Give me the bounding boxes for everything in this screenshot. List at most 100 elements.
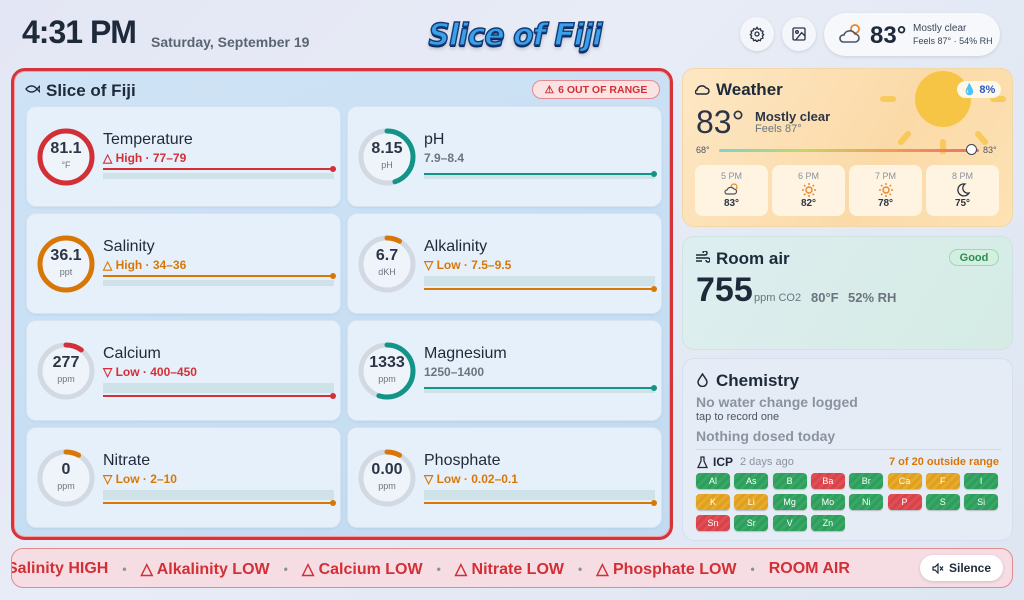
dosing-status[interactable]: Nothing dosed today — [696, 428, 835, 444]
water-change-hint: tap to record one — [696, 411, 780, 423]
trend-marker — [330, 500, 336, 506]
icp-element-sn[interactable]: Sn — [696, 515, 730, 531]
param-value: 81.1 — [50, 140, 82, 157]
param-card-ph[interactable]: 8.15 pH pH 7.9–8.4 — [347, 106, 662, 207]
param-unit: °F — [61, 160, 71, 170]
alert-ticker[interactable]: Salinity HIGH • △ Alkalinity LOW • △ Calcium… — [11, 548, 1013, 588]
pill-condition: Mostly clear — [913, 23, 967, 34]
clock-time: 4:31 PM — [22, 14, 137, 50]
icp-element-s[interactable]: S — [925, 494, 960, 510]
param-card-magnesium[interactable]: 1333 ppm Magnesium 1250–1400 — [347, 320, 662, 421]
room-air-card[interactable]: Room air Good 755 ppm CO2 80°F 52% RH — [682, 236, 1013, 350]
ticker-separator: • — [578, 562, 583, 576]
param-card-phosphate[interactable]: 0.00 ppm Phosphate ▽ Low · 0.02–0.1 — [347, 427, 662, 528]
param-unit: pH — [381, 160, 393, 170]
param-name: Magnesium — [424, 345, 507, 362]
range-band — [103, 173, 334, 179]
param-card-nitrate[interactable]: 0 ppm Nitrate ▽ Low · 2–10 — [26, 427, 341, 528]
icp-element-f[interactable]: F — [925, 473, 960, 489]
icp-element-b[interactable]: B — [772, 473, 807, 489]
hourly-forecast: 5 PM 83° — [695, 165, 768, 216]
sun-icon — [849, 182, 922, 198]
hour-temp: 75° — [954, 198, 971, 209]
fish-icon — [25, 85, 40, 93]
weather-pill[interactable]: 83° Mostly clear Feels 87° · 54% RH — [824, 13, 1000, 56]
icp-element-v[interactable]: V — [772, 515, 807, 531]
icp-element-li[interactable]: Li — [734, 494, 769, 510]
trend-line — [103, 168, 334, 170]
co2-value: 755 — [696, 271, 753, 309]
param-status: 1250–1400 — [424, 365, 485, 379]
moon-icon — [926, 182, 999, 198]
hour-time: 7 PM — [874, 171, 896, 181]
chemistry-card[interactable]: Chemistry No water change logged tap to … — [682, 358, 1013, 541]
chemistry-title: Chemistry — [716, 371, 800, 390]
range-band — [103, 280, 334, 286]
out-of-range-badge[interactable]: ⚠ 6 OUT OF RANGE — [532, 80, 660, 99]
droplet-icon — [697, 373, 708, 387]
icp-element-si[interactable]: Si — [964, 494, 999, 510]
settings-button[interactable] — [740, 17, 774, 51]
rain-chance: 8% — [979, 83, 996, 96]
param-card-alkalinity[interactable]: 6.7 dKH Alkalinity ▽ Low · 7.5–9.5 — [347, 213, 662, 314]
silence-button[interactable]: Silence — [920, 555, 1003, 581]
range-band — [103, 383, 334, 393]
icp-element-ba[interactable]: Ba — [810, 473, 845, 489]
icp-element-as[interactable]: As — [734, 473, 769, 489]
icp-element-zn[interactable]: Zn — [810, 515, 845, 531]
param-card-temperature[interactable]: 81.1 °F Temperature △ High · 77–79 — [26, 106, 341, 207]
param-status: ▽ Low · 2–10 — [103, 472, 177, 486]
trend-line — [424, 288, 655, 290]
icp-element-al[interactable]: Al — [696, 473, 730, 489]
param-unit: ppm — [378, 481, 396, 491]
range-band — [424, 276, 655, 286]
icp-element-br[interactable]: Br — [849, 473, 884, 489]
weather-condition: Mostly clear — [755, 109, 831, 124]
ticker-separator: • — [436, 562, 441, 576]
icp-element-mo[interactable]: Mo — [810, 494, 845, 510]
pill-feels: Feels 87° · 54% RH — [913, 36, 993, 46]
trend-line — [424, 387, 655, 389]
param-status: 7.9–8.4 — [424, 151, 465, 165]
room-humidity: 52% RH — [848, 290, 897, 305]
param-status: ▽ Low · 400–450 — [103, 365, 197, 379]
param-name: Phosphate — [424, 452, 501, 469]
ticker-separator: • — [750, 562, 755, 576]
hour-temp: 82° — [800, 198, 817, 209]
param-name: Salinity — [103, 238, 155, 255]
weather-card[interactable]: Weather 💧 8% 83° Mostly clear Feels 87° 6… — [682, 68, 1013, 227]
app-logo: Slice of Fiji — [428, 17, 604, 53]
ticker-item: △ Alkalinity LOW — [140, 561, 270, 578]
ticker-item: Salinity HIGH — [11, 560, 109, 577]
weather-title: Weather — [716, 80, 783, 99]
temp-low: 68° — [696, 145, 710, 155]
image-icon — [792, 27, 806, 41]
param-status: ▽ Low · 7.5–9.5 — [424, 258, 512, 272]
param-card-calcium[interactable]: 277 ppm Calcium ▽ Low · 400–450 — [26, 320, 341, 421]
water-change-status[interactable]: No water change logged — [696, 394, 858, 410]
air-quality-badge: Good — [949, 249, 999, 266]
warning-icon: ⚠ — [544, 83, 555, 96]
icp-age: 2 days ago — [740, 456, 794, 468]
icp-element-mg[interactable]: Mg — [772, 494, 807, 510]
param-card-salinity[interactable]: 36.1 ppt Salinity △ High · 34–36 — [26, 213, 341, 314]
trend-marker — [330, 393, 336, 399]
silence-label: Silence — [948, 561, 992, 575]
param-value: 1333 — [369, 354, 405, 371]
ticker-item: △ Calcium LOW — [301, 561, 423, 578]
rain-chance-badge: 💧 8% — [957, 81, 1001, 98]
param-unit: ppm — [378, 374, 396, 384]
temp-range-track — [719, 149, 979, 152]
range-band — [424, 490, 655, 500]
param-value: 8.15 — [371, 140, 403, 157]
icp-element-i[interactable]: I — [964, 473, 999, 489]
photo-button[interactable] — [782, 17, 816, 51]
icp-element-p[interactable]: P — [887, 494, 922, 510]
icp-element-sr[interactable]: Sr — [734, 515, 769, 531]
param-status: △ High · 77–79 — [103, 151, 187, 165]
hour-temp: 78° — [877, 198, 894, 209]
icp-element-k[interactable]: K — [696, 494, 730, 510]
param-name: Calcium — [103, 345, 161, 362]
icp-element-ca[interactable]: Ca — [887, 473, 922, 489]
icp-element-ni[interactable]: Ni — [849, 494, 884, 510]
